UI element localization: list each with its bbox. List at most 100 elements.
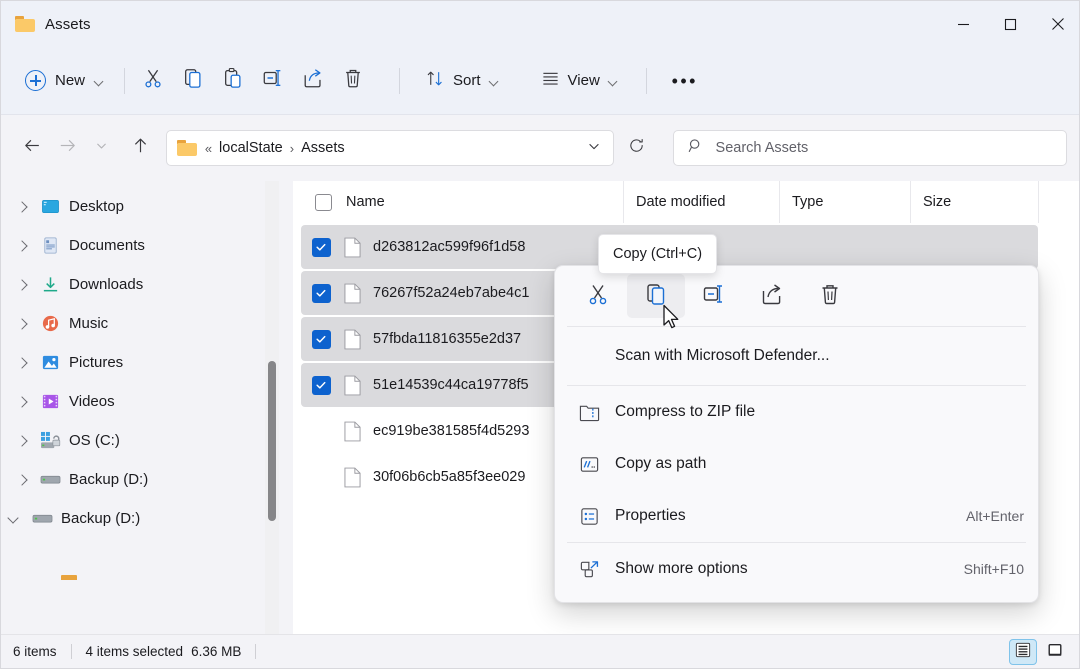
new-button-label: New xyxy=(55,72,85,89)
menu-item-properties[interactable]: Properties Alt+Enter xyxy=(555,490,1038,542)
folder-icon xyxy=(15,16,35,32)
cut-button[interactable] xyxy=(133,63,173,99)
back-button[interactable] xyxy=(15,130,50,166)
file-name: 30f06b6cb5a85f3ee029 xyxy=(373,469,525,485)
context-menu[interactable]: Scan with Microsoft Defender... Compress… xyxy=(554,265,1039,603)
sidebar-item-videos[interactable]: Videos xyxy=(1,382,279,421)
sidebar-item-downloads[interactable]: Downloads xyxy=(1,265,279,304)
chevron-right-icon[interactable] xyxy=(9,388,37,416)
context-share-button[interactable] xyxy=(743,274,801,318)
column-header-extra[interactable] xyxy=(1038,181,1080,223)
divider xyxy=(399,68,400,94)
navigation-sidebar[interactable]: Desktop Documents Down xyxy=(1,181,279,636)
chevron-right-icon[interactable] xyxy=(9,349,37,377)
chevron-right-icon[interactable] xyxy=(9,271,37,299)
column-header-date-modified[interactable]: Date modified xyxy=(623,181,779,223)
checkbox-checked-icon xyxy=(312,330,331,349)
breadcrumb-item-assets[interactable]: Assets xyxy=(301,140,345,156)
sidebar-item-documents[interactable]: Documents xyxy=(1,226,279,265)
menu-item-copy-as-path[interactable]: Copy as path xyxy=(555,438,1038,490)
new-button[interactable]: New xyxy=(17,63,116,99)
chevron-right-icon[interactable] xyxy=(9,193,37,221)
up-button[interactable] xyxy=(123,130,158,166)
videos-icon xyxy=(37,392,63,412)
zip-icon xyxy=(569,402,609,423)
folder-icon xyxy=(177,140,197,156)
search-box[interactable]: Search Assets xyxy=(673,130,1067,166)
sidebar-label: Documents xyxy=(69,237,145,254)
view-label: View xyxy=(568,72,600,89)
breadcrumb-overflow[interactable]: « xyxy=(205,141,212,156)
recent-locations-button[interactable] xyxy=(84,130,119,166)
large-icons-view-icon xyxy=(1047,642,1063,661)
sidebar-item-backup-d-1[interactable]: Backup (D:) xyxy=(1,460,279,499)
context-rename-button[interactable] xyxy=(685,274,743,318)
sidebar-item-os-c[interactable]: OS (C:) xyxy=(1,421,279,460)
chevron-down-icon xyxy=(587,139,601,158)
sidebar-item-pictures[interactable]: Pictures xyxy=(1,343,279,382)
chevron-right-icon[interactable] xyxy=(9,427,37,455)
column-header-name[interactable]: Name xyxy=(293,181,623,223)
file-explorer-window: Assets New xyxy=(0,0,1080,669)
chevron-right-icon[interactable] xyxy=(9,466,37,494)
minimize-button[interactable] xyxy=(940,1,987,47)
breadcrumb-item-localstate[interactable]: localState xyxy=(219,140,283,156)
breadcrumb-separator: › xyxy=(290,141,294,156)
copy-button[interactable] xyxy=(173,63,213,99)
sidebar-child-folder-partial[interactable] xyxy=(61,575,77,580)
menu-item-accelerator: Shift+F10 xyxy=(964,561,1024,577)
sidebar-item-music[interactable]: Music xyxy=(1,304,279,343)
copy-icon xyxy=(182,67,204,94)
ellipsis-icon: ••• xyxy=(672,72,698,90)
sort-button[interactable]: Sort xyxy=(416,63,509,99)
close-button[interactable] xyxy=(1034,1,1080,47)
file-name: 76267f52a24eb7abe4c1 xyxy=(373,285,529,301)
delete-icon xyxy=(342,67,364,94)
context-delete-button[interactable] xyxy=(801,274,859,318)
row-checkbox[interactable] xyxy=(301,284,341,303)
menu-item-show-more-options[interactable]: Show more options Shift+F10 xyxy=(555,543,1038,595)
refresh-button[interactable] xyxy=(620,131,653,165)
share-button[interactable] xyxy=(293,63,333,99)
sort-icon xyxy=(426,69,445,92)
sidebar-scrollbar-thumb[interactable] xyxy=(268,361,276,521)
view-button[interactable]: View xyxy=(531,63,628,99)
delete-button[interactable] xyxy=(333,63,373,99)
paste-icon xyxy=(222,67,244,94)
row-checkbox[interactable] xyxy=(301,330,341,349)
row-checkbox[interactable] xyxy=(301,376,341,395)
large-icons-view-button[interactable] xyxy=(1041,639,1069,665)
status-bar: 6 items 4 items selected 6.36 MB xyxy=(1,634,1080,668)
title-bar: Assets xyxy=(1,1,1080,47)
forward-button[interactable] xyxy=(50,130,85,166)
search-input[interactable]: Search Assets xyxy=(716,140,809,156)
share-icon xyxy=(760,282,784,311)
chevron-right-icon[interactable] xyxy=(9,310,37,338)
column-header-type[interactable]: Type xyxy=(779,181,910,223)
tooltip-text: Copy (Ctrl+C) xyxy=(613,246,702,262)
context-cut-button[interactable] xyxy=(569,274,627,318)
column-header-size[interactable]: Size xyxy=(910,181,1038,223)
sidebar-item-desktop[interactable]: Desktop xyxy=(1,187,279,226)
select-all-checkbox[interactable] xyxy=(315,194,332,211)
address-bar[interactable]: « localState › Assets xyxy=(166,130,614,166)
details-view-button[interactable] xyxy=(1009,639,1037,665)
window-title: Assets xyxy=(45,16,91,33)
rename-button[interactable] xyxy=(253,63,293,99)
chevron-down-icon[interactable] xyxy=(1,505,29,533)
menu-item-scan-defender[interactable]: Scan with Microsoft Defender... xyxy=(555,327,1038,385)
divider xyxy=(646,68,647,94)
paste-button[interactable] xyxy=(213,63,253,99)
sidebar-label: Videos xyxy=(69,393,115,410)
show-more-icon xyxy=(569,559,609,580)
sidebar-label: Desktop xyxy=(69,198,124,215)
selection-count: 4 items selected xyxy=(86,644,184,659)
more-options-button[interactable]: ••• xyxy=(665,63,705,99)
sidebar-item-backup-d-2[interactable]: Backup (D:) xyxy=(1,499,279,538)
delete-icon xyxy=(818,282,842,311)
row-checkbox[interactable] xyxy=(301,238,341,257)
address-dropdown-button[interactable] xyxy=(579,133,609,163)
menu-item-compress-zip[interactable]: Compress to ZIP file xyxy=(555,386,1038,438)
maximize-button[interactable] xyxy=(987,1,1034,47)
chevron-right-icon[interactable] xyxy=(9,232,37,260)
